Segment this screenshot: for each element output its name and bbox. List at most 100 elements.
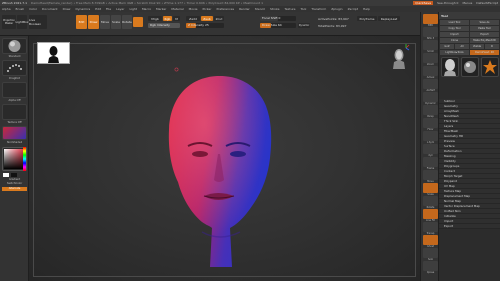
draw-size-slider[interactable]: Draw Size 64 — [260, 23, 296, 28]
r-button[interactable]: R — [485, 44, 499, 49]
right-shelf-button[interactable] — [423, 92, 438, 102]
menu-item[interactable]: File — [106, 7, 111, 11]
tool-palette-header[interactable]: Tool — [439, 12, 500, 19]
secondary-color-swatch[interactable] — [11, 173, 17, 177]
menu-item[interactable]: Alpha — [2, 7, 11, 11]
rgb-intensity-slider[interactable]: Rgb Intensity — [148, 23, 180, 28]
navigation-gizmo[interactable] — [390, 44, 410, 70]
tool-name-slider[interactable]: DemoHead: 48 — [470, 50, 499, 55]
menu-item[interactable]: Stencil — [255, 7, 265, 11]
texture-selector[interactable] — [2, 104, 27, 120]
menu-item[interactable]: Color — [29, 7, 37, 11]
replay-last-button[interactable]: ReplayLast — [378, 16, 400, 21]
menu-item[interactable]: Help — [363, 7, 370, 11]
all-button[interactable]: All — [455, 44, 469, 49]
right-shelf-button[interactable] — [423, 118, 438, 128]
right-shelf-button[interactable] — [423, 40, 438, 50]
right-shelf-button[interactable] — [423, 261, 438, 271]
import-button[interactable]: Import — [440, 32, 469, 37]
clone-button[interactable]: Clone — [440, 38, 469, 43]
default-zscript-button[interactable]: DefaultZScript — [476, 1, 498, 5]
menu-item[interactable]: Layer — [116, 7, 124, 11]
edit-button[interactable]: Edit — [76, 15, 87, 29]
rgb-button[interactable]: Rgb — [163, 16, 172, 21]
star-tool-thumbnail[interactable] — [481, 57, 499, 77]
main-color-swatch[interactable] — [3, 173, 9, 177]
menu-item[interactable]: Preferences — [216, 7, 234, 11]
right-shelf-button[interactable] — [423, 66, 438, 76]
menu-item[interactable]: Movie — [189, 7, 198, 11]
menu-item[interactable]: Zscript — [348, 7, 358, 11]
right-shelf-button[interactable] — [423, 27, 438, 37]
scale-button[interactable]: Scale — [111, 15, 121, 29]
z-intensity-slider[interactable]: Z Intensity 25 — [186, 23, 224, 28]
save-as-button[interactable]: Save As — [470, 20, 499, 25]
export-button[interactable]: Export — [470, 32, 499, 37]
focal-shift-slider[interactable]: Focal Shift 0 — [260, 16, 296, 21]
hue-slider[interactable] — [23, 147, 26, 171]
menu-item[interactable]: Stroke — [270, 7, 280, 11]
right-shelf-button[interactable] — [423, 157, 438, 167]
right-shelf-button[interactable] — [423, 53, 438, 63]
dynamic-button[interactable]: Dynamic — [298, 23, 310, 28]
quicksave-button[interactable]: QuickSave — [413, 1, 434, 5]
tool-subpalette-item[interactable]: Export — [439, 224, 500, 229]
right-shelf-button[interactable] — [423, 131, 438, 141]
menu-item[interactable]: Zplugin — [331, 7, 342, 11]
menu-item[interactable]: Material — [171, 7, 183, 11]
menu-item[interactable]: Edit — [95, 7, 101, 11]
menu-item[interactable]: Light — [129, 7, 137, 11]
load-tool-button[interactable]: Load Tool — [440, 20, 469, 25]
right-shelf-button[interactable] — [423, 105, 438, 115]
copy-tool-button[interactable]: Copy Tool — [440, 26, 469, 31]
zsub-button[interactable]: Zsub — [201, 16, 213, 21]
menu-item[interactable]: Brush — [16, 7, 25, 11]
right-shelf-button[interactable] — [423, 196, 438, 206]
menu-item[interactable]: Document — [42, 7, 58, 11]
live-boolean-button[interactable]: Live Boolean — [29, 15, 47, 29]
right-shelf-button[interactable] — [423, 222, 438, 232]
switch-color-label[interactable]: SwitchColor — [0, 182, 29, 185]
menu-item[interactable]: Picker — [203, 7, 212, 11]
right-shelf-button[interactable] — [423, 248, 438, 258]
navigator-thumbnail[interactable] — [37, 42, 70, 64]
right-shelf-button[interactable] — [423, 14, 438, 24]
right-shelf-button[interactable] — [423, 144, 438, 154]
right-shelf-button[interactable] — [423, 79, 438, 89]
menu-item[interactable]: Dynamics — [75, 7, 90, 11]
document-canvas[interactable] — [29, 36, 420, 281]
right-shelf-button[interactable] — [423, 235, 438, 245]
right-shelf-button[interactable] — [423, 170, 438, 180]
polyframe-button[interactable]: Polyframe — [357, 16, 377, 21]
see-through-slider[interactable]: See-through 0 — [437, 1, 458, 5]
right-shelf-button[interactable] — [423, 183, 438, 193]
paste-tool-button[interactable]: Paste Tool — [470, 26, 499, 31]
right-shelf-button[interactable] — [423, 209, 438, 219]
menu-item[interactable]: Tool — [300, 7, 306, 11]
brush-selector[interactable] — [2, 38, 27, 54]
material-selector[interactable] — [2, 126, 27, 140]
demohead-tool-thumbnail[interactable] — [441, 57, 459, 77]
color-square[interactable] — [4, 149, 25, 169]
zcut-button[interactable]: Zcut — [214, 16, 224, 21]
material-swatch[interactable] — [133, 17, 143, 27]
m-button[interactable]: M — [173, 16, 180, 21]
projection-master-button[interactable]: Projection Master — [2, 15, 16, 29]
lightbox-button[interactable]: LightBox — [15, 15, 29, 29]
mrgb-button[interactable]: Mrgb — [148, 16, 162, 21]
alpha-selector[interactable] — [2, 82, 27, 98]
draw-button[interactable]: Draw — [88, 15, 99, 29]
goz-button[interactable]: GoZ — [440, 44, 454, 49]
rotate-button[interactable]: Rotate — [122, 15, 132, 29]
menus-button[interactable]: Menus — [462, 1, 472, 5]
menu-item[interactable]: Marker — [156, 7, 166, 11]
menu-item[interactable]: Macro — [142, 7, 151, 11]
stroke-selector[interactable] — [2, 60, 27, 76]
simplebrush-tool-thumbnail[interactable] — [461, 57, 479, 77]
move-button[interactable]: Move — [100, 15, 110, 29]
menu-item[interactable]: Render — [239, 7, 250, 11]
gradient-label[interactable]: Gradient — [0, 178, 29, 181]
menu-item[interactable]: Draw — [63, 7, 71, 11]
visible-button[interactable]: Visible — [470, 44, 484, 49]
zadd-button[interactable]: Zadd — [186, 16, 200, 21]
